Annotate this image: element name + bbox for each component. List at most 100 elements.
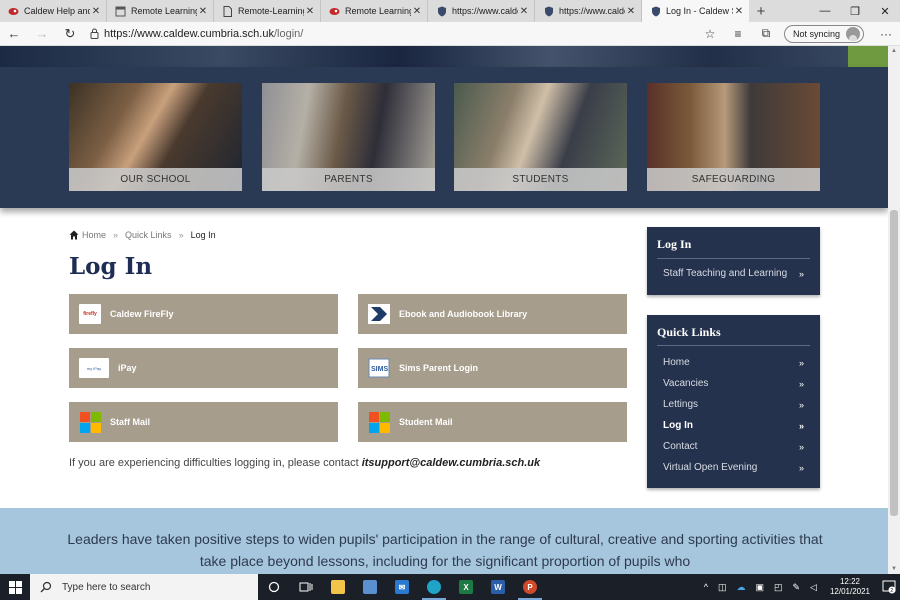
scrollbar-thumb[interactable] <box>890 210 898 516</box>
favorite-star-icon[interactable]: ☆ <box>696 27 724 41</box>
cortana-icon[interactable] <box>258 574 290 600</box>
url-field[interactable]: https://www.caldew.cumbria.sch.uk/login/ <box>104 28 696 40</box>
tab-caldew-url-2[interactable]: https://www.caldew ✕ <box>535 0 642 22</box>
powerpoint-icon[interactable]: P <box>514 574 546 600</box>
meet-now-icon[interactable]: ◫ <box>718 582 727 593</box>
student-mail-button[interactable]: Student Mail <box>358 402 627 442</box>
tile-our-school[interactable]: OUR SCHOOL <box>69 83 242 191</box>
sidebar-item-label: Virtual Open Evening <box>663 462 758 473</box>
url-host: https://www.caldew.cumbria.sch.uk <box>104 27 274 40</box>
breadcrumb-separator: » <box>113 230 119 240</box>
favorites-list-icon[interactable]: ≡ <box>724 27 752 41</box>
ipay-button[interactable]: my iPay iPay <box>69 348 338 388</box>
chevron-right-icon: » <box>798 268 804 279</box>
close-icon[interactable]: ✕ <box>625 6 637 17</box>
lock-icon[interactable] <box>84 28 104 39</box>
chevron-up-icon[interactable]: ^ <box>704 582 708 592</box>
notification-center-icon[interactable]: 2 <box>878 574 900 600</box>
button-label: iPay <box>118 363 137 373</box>
tab-caldew-help[interactable]: Caldew Help and Advice ✕ <box>0 0 107 22</box>
sidebar-item-label: Contact <box>663 441 698 452</box>
page-icon <box>115 6 126 17</box>
collections-icon[interactable]: ⧉ <box>752 26 780 41</box>
sidebar-login-panel: Log In Staff Teaching and Learning » <box>647 227 820 295</box>
sidebar-item-virtual-open-evening[interactable]: Virtual Open Evening » <box>647 457 820 478</box>
close-icon[interactable]: ✕ <box>518 6 530 17</box>
sidebar-item-contact[interactable]: Contact » <box>647 436 820 457</box>
taskbar-clock[interactable]: 12:22 12/01/2021 <box>830 577 870 597</box>
firefly-login-button[interactable]: firefly Caldew FireFly <box>69 294 338 334</box>
button-label: Student Mail <box>399 417 453 427</box>
close-window-icon[interactable]: ✕ <box>870 0 900 22</box>
tab-login-active[interactable]: Log In - Caldew School ✕ <box>642 0 749 22</box>
display-icon[interactable]: ▣ <box>755 582 764 593</box>
microsoft-icon <box>368 411 390 433</box>
windows-start-icon[interactable] <box>0 574 30 600</box>
file-explorer-icon[interactable] <box>322 574 354 600</box>
chevron-right-icon: » <box>798 462 804 473</box>
tab-remote-learning-caldew[interactable]: Remote Learning at Caldew ✕ <box>107 0 214 22</box>
volume-icon[interactable]: ◁ <box>810 582 817 593</box>
forward-arrow-icon[interactable]: → <box>28 22 56 46</box>
chevron-right-icon: » <box>798 378 804 389</box>
back-arrow-icon[interactable]: ← <box>0 22 28 46</box>
tile-students[interactable]: STUDENTS <box>454 83 627 191</box>
task-view-icon[interactable] <box>290 574 322 600</box>
breadcrumb-home[interactable]: Home <box>82 230 106 240</box>
refresh-icon[interactable]: ↻ <box>56 22 84 46</box>
sidebar-item-staff-teaching[interactable]: Staff Teaching and Learning » <box>647 263 820 284</box>
page-viewport: OUR SCHOOL PARENTS STUDENTS SAFEGUARDING… <box>0 46 888 574</box>
sidebar-quick-links-panel: Quick Links Home » Vacancies » Lettings » L… <box>647 315 820 488</box>
minimize-icon[interactable]: — <box>810 0 840 22</box>
ebook-library-button[interactable]: Ebook and Audiobook Library <box>358 294 627 334</box>
new-tab-button[interactable]: + <box>749 0 773 22</box>
sync-status-button[interactable]: Not syncing <box>783 24 864 43</box>
tile-safeguarding[interactable]: SAFEGUARDING <box>647 83 820 191</box>
tab-remote-learning-doc[interactable]: Remote-Learning ✕ <box>214 0 321 22</box>
close-icon[interactable]: ✕ <box>197 6 209 17</box>
pen-icon[interactable]: ✎ <box>792 582 800 593</box>
network-icon[interactable]: ◰ <box>774 582 783 593</box>
staff-mail-button[interactable]: Staff Mail <box>69 402 338 442</box>
mail-app-icon[interactable]: ✉ <box>386 574 418 600</box>
store-icon[interactable] <box>354 574 386 600</box>
shield-icon <box>543 6 554 17</box>
breadcrumb-quick-links[interactable]: Quick Links <box>125 230 172 240</box>
tab-label: Caldew Help and Advice <box>24 6 90 16</box>
close-icon[interactable]: ✕ <box>90 6 102 17</box>
sidebar-item-log-in[interactable]: Log In » <box>647 415 820 436</box>
taskbar-search-box[interactable]: Type here to search <box>30 574 258 600</box>
excel-icon[interactable]: X <box>450 574 482 600</box>
tab-label: https://www.caldew <box>452 6 518 16</box>
tile-parents[interactable]: PARENTS <box>262 83 435 191</box>
close-icon[interactable]: ✕ <box>411 6 423 17</box>
page-title: Log In <box>69 253 153 280</box>
sims-parent-login-button[interactable]: SIMS Sims Parent Login <box>358 348 627 388</box>
close-icon[interactable]: ✕ <box>304 6 316 17</box>
help-prefix: If you are experiencing difficulties log… <box>69 457 362 469</box>
tab-label: https://www.caldew <box>559 6 625 16</box>
restore-icon[interactable]: ❐ <box>840 0 870 22</box>
tab-label: Remote Learning at Caldew <box>131 6 197 16</box>
close-icon[interactable]: ✕ <box>733 6 745 17</box>
scroll-up-icon[interactable]: ▲ <box>888 46 900 56</box>
ofsted-quote-band: Leaders have taken positive steps to wid… <box>0 508 888 574</box>
screen: Caldew Help and Advice ✕ Remote Learning… <box>0 0 900 600</box>
sidebar-item-vacancies[interactable]: Vacancies » <box>647 373 820 394</box>
sidebar-item-label: Log In <box>663 420 693 431</box>
page-scrollbar[interactable]: ▲ ▼ <box>888 46 900 574</box>
scroll-down-icon[interactable]: ▼ <box>888 564 900 574</box>
support-email-link[interactable]: itsupport@caldew.cumbria.sch.uk <box>362 457 540 469</box>
sidebar-item-home[interactable]: Home » <box>647 352 820 373</box>
microsoft-icon <box>79 411 101 433</box>
onedrive-icon[interactable]: ☁ <box>736 582 745 593</box>
more-menu-icon[interactable]: ··· <box>872 27 900 41</box>
tab-remote-learning[interactable]: Remote Learning ✕ <box>321 0 428 22</box>
sidebar-item-label: Vacancies <box>663 378 709 389</box>
edge-browser-icon[interactable] <box>418 574 450 600</box>
sidebar-item-lettings[interactable]: Lettings » <box>647 394 820 415</box>
tab-caldew-url-1[interactable]: https://www.caldew ✕ <box>428 0 535 22</box>
system-tray: ^ ◫ ☁ ▣ ◰ ✎ ◁ 12:22 12/01/2021 2 <box>699 574 900 600</box>
word-icon[interactable]: W <box>482 574 514 600</box>
breadcrumb-separator: » <box>178 230 184 240</box>
